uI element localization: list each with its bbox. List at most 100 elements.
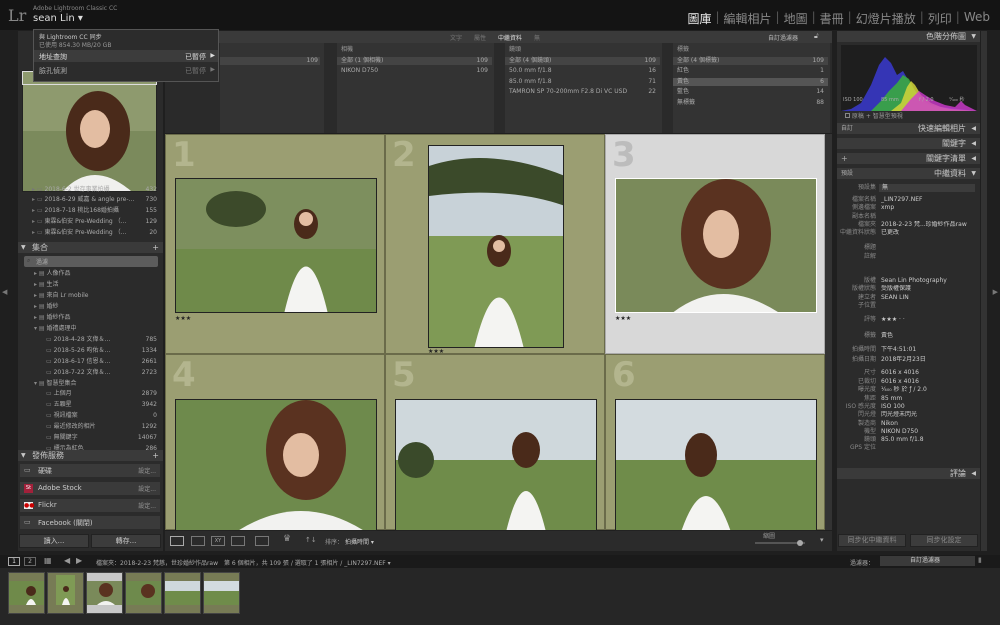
module-slideshow[interactable]: 幻燈片播放 — [852, 10, 920, 27]
browser-row[interactable]: 藍色 14 — [673, 88, 828, 96]
module-web[interactable]: Web — [960, 10, 994, 27]
filter-tab-metadata[interactable]: 中繼資料 — [498, 33, 522, 42]
grid-scrollbar[interactable] — [825, 134, 832, 530]
photo-thumbnail[interactable] — [175, 178, 377, 313]
filmstrip-thumb[interactable] — [47, 572, 84, 614]
browser-row[interactable]: 全部 (4 個鏡頭) 109 — [505, 57, 660, 65]
folder-item[interactable]: ▸ ▭ 2018-6-2 世存事業拍攝 432 — [32, 186, 157, 194]
smart-collection-item[interactable]: ▭ 五顆星 3942 — [46, 401, 157, 409]
comments-header[interactable]: 評論 ◀ — [837, 468, 980, 479]
painter-icon[interactable]: ♛ — [283, 534, 291, 544]
lock-icon[interactable]: ▮ — [978, 556, 982, 564]
sync-metadata-button[interactable]: 同步化中繼資料 — [838, 534, 906, 547]
left-panel-toggle-icon[interactable]: ◀ — [2, 288, 7, 296]
folder-item[interactable]: ▸ ▭ 東霖&伯安 Pre-Wedding （... 129 — [32, 218, 157, 226]
browser-row[interactable]: 50.0 mm f/1.8 16 — [505, 67, 660, 75]
publish-facebook[interactable]: ▭ Facebook (關閉) — [20, 516, 160, 529]
sync-settings-button[interactable]: 同步化設定 — [910, 534, 978, 547]
monitor-2-button[interactable]: 2 — [24, 557, 36, 566]
filmstrip-thumb[interactable] — [125, 572, 162, 614]
grid-cell[interactable]: 2 ★★★ — [385, 134, 605, 355]
keywords-header[interactable]: 關鍵字 ◀ — [837, 138, 980, 149]
smart-collection-item[interactable]: ▭ 上個月 2879 — [46, 390, 157, 398]
grid-cell[interactable]: 5 — [385, 354, 605, 531]
publish-flickr[interactable]: ●● Flickr 設定... — [20, 499, 160, 512]
publish-hard-drive[interactable]: ▭ 硬碟 設定... — [20, 464, 160, 477]
forward-icon[interactable]: ▶ — [76, 556, 82, 565]
navigator-preview[interactable] — [22, 70, 157, 192]
grid-cell-selected[interactable]: 3 ★★★ — [605, 134, 825, 354]
filter-tab-attribute[interactable]: 屬性 — [474, 33, 486, 42]
folder-item[interactable]: ▸ ▭ 2018-7-18 桃比168婚拍攝 155 — [32, 207, 157, 215]
module-develop[interactable]: 編輯相片 — [720, 10, 776, 27]
collection-set[interactable]: ▸ ▤ 婚紗 — [34, 303, 157, 311]
module-print[interactable]: 列印 — [924, 10, 956, 27]
publish-services-header[interactable]: ▼ 發佈服務 + — [18, 450, 163, 461]
module-library[interactable]: 圖庫 — [683, 10, 715, 27]
smart-collection-item[interactable]: ▭ 視訊檔案 0 — [46, 412, 157, 420]
collection-set[interactable]: ▸ ▤ 人像作品 — [34, 270, 157, 278]
photo-thumbnail[interactable] — [615, 178, 817, 313]
photo-thumbnail[interactable] — [615, 399, 817, 531]
toolbar-menu-icon[interactable]: ▾ — [820, 536, 824, 544]
filter-tab-text[interactable]: 文字 — [450, 33, 462, 42]
collection-set[interactable]: ▸ ▤ 婚紗作品 — [34, 314, 157, 322]
filmstrip-filter-select[interactable]: 自訂過濾器 — [880, 556, 975, 566]
collection-set[interactable]: ▸ ▤ 生活 — [34, 281, 157, 289]
filmstrip-thumb[interactable] — [203, 572, 240, 614]
filter-preset[interactable]: 自訂過濾器 — [768, 33, 798, 42]
collection-item[interactable]: ▭ 2018-5-26 昀佑＆... 1334 — [46, 347, 157, 355]
browser-row[interactable]: TAMRON SP 70-200mm F2.8 Di VC USD A... 22 — [505, 88, 660, 96]
add-collection-button[interactable]: + — [152, 242, 159, 253]
menu-item-face-detection[interactable]: 臉孔偵測 已暫停 ▶ — [34, 64, 218, 76]
keyword-list-header[interactable]: + 關鍵字清單 ◀ — [837, 153, 980, 164]
publish-adobe-stock[interactable]: St Adobe Stock 設定... — [20, 482, 160, 495]
browser-row-selected[interactable]: 黃色 6 — [673, 78, 828, 86]
survey-view-icon[interactable] — [231, 536, 245, 546]
menu-item-address-lookup[interactable]: 地址查詢 已暫停 ▶ — [34, 50, 218, 62]
slider-thumb[interactable] — [797, 540, 803, 546]
quick-develop-header[interactable]: 自訂 快速編輯相片 ◀ — [837, 123, 980, 134]
browser-row[interactable]: 無標籤 88 — [673, 99, 828, 107]
browser-row[interactable]: 全部 (4 個標籤) 109 — [673, 57, 828, 65]
collections-header[interactable]: ▼ 集合 + — [18, 242, 163, 253]
sort-direction-icon[interactable]: ↑↓ — [305, 536, 317, 544]
back-icon[interactable]: ◀ — [64, 556, 70, 565]
right-panel-scrollbar[interactable] — [981, 31, 987, 551]
export-button[interactable]: 轉存... — [91, 534, 161, 548]
filmstrip-thumb-selected[interactable] — [86, 572, 123, 614]
photo-thumbnail[interactable] — [428, 145, 564, 348]
module-book[interactable]: 書冊 — [816, 10, 848, 27]
browser-row[interactable]: 紅色 1 — [673, 67, 828, 75]
grid-cell[interactable]: 4 — [165, 354, 385, 531]
collection-set[interactable]: ▾ ▤ 婚禮處理中 — [34, 325, 157, 333]
smart-collection-item[interactable]: ▭ 無關鍵字 14067 — [46, 434, 157, 442]
user-name[interactable]: sean Lin ▾ — [33, 13, 83, 24]
collection-set[interactable]: ▸ ▤ 來自 Lr mobile — [34, 292, 157, 300]
browser-row[interactable]: 85.0 mm f/1.8 71 — [505, 78, 660, 86]
loupe-view-icon[interactable] — [191, 536, 205, 546]
photo-thumbnail[interactable] — [175, 399, 377, 531]
monitor-1-button[interactable]: 1 — [8, 557, 20, 566]
filmstrip-thumb[interactable] — [8, 572, 45, 614]
grid-cell[interactable]: 1 ★★★ — [165, 134, 385, 354]
collection-item[interactable]: ▭ 2018-7-22 文偉＆... 2723 — [46, 369, 157, 377]
sort-select[interactable]: 拍攝時間 ▾ — [345, 537, 374, 546]
filter-tab-none[interactable]: 無 — [534, 33, 540, 42]
histogram[interactable]: ISO 100 85 mm f / 2.0 ¹⁄₄₀₀ 秒 — [841, 45, 977, 111]
collection-item[interactable]: ▭ 2018-6-17 信恩＆... 2661 — [46, 358, 157, 366]
grid-cell[interactable]: 6 — [605, 354, 825, 531]
folder-item[interactable]: ▸ ▭ 2018-6-29 威嘉 & angle pre-... 730 — [32, 196, 157, 204]
lock-icon[interactable]: 🔓︎ — [814, 32, 819, 41]
browser-row[interactable]: 全部 (1 個相機) 109 — [337, 57, 492, 65]
histogram-header[interactable]: 色階分佈圖 ▼ — [837, 31, 980, 42]
collection-item[interactable]: ▭ 2018-4-28 文偉＆... 785 — [46, 336, 157, 344]
compare-view-icon[interactable]: XY — [211, 536, 225, 546]
people-view-icon[interactable] — [255, 536, 269, 546]
metadata-header[interactable]: 預設 中繼資料 ▼ — [837, 168, 980, 179]
right-panel-toggle-icon[interactable]: ▶ — [993, 288, 998, 296]
browser-row[interactable]: NIKON D750 109 — [337, 67, 492, 75]
grid-view-icon[interactable] — [170, 536, 184, 546]
folder-item[interactable]: ▸ ▭ 東霖&伯安 Pre-Wedding （... 20 — [32, 229, 157, 237]
add-publish-button[interactable]: + — [152, 450, 159, 461]
